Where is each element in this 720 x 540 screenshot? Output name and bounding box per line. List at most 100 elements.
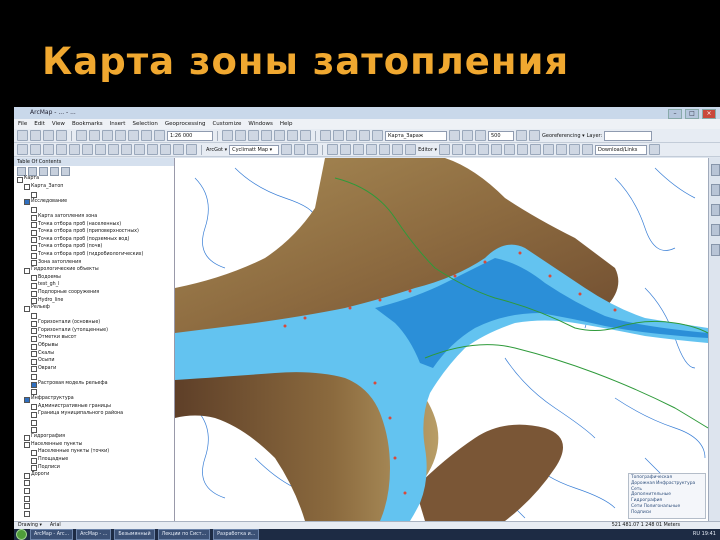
overview-icon[interactable] — [556, 144, 568, 155]
menu-item-2[interactable]: View — [52, 119, 65, 129]
arctoolbox-tab[interactable] — [711, 204, 720, 216]
arctoolbox-icon[interactable] — [274, 130, 285, 141]
map-tips-icon[interactable] — [530, 144, 542, 155]
forward-icon[interactable] — [82, 144, 93, 155]
toc-layer-row[interactable]: Населенные пункты — [14, 441, 174, 449]
toc-layer-row[interactable]: Точка отбора проб (населенных) — [14, 221, 174, 229]
reshape-icon[interactable] — [340, 144, 352, 155]
pan-tool-icon[interactable] — [43, 144, 54, 155]
toc-layer-row[interactable]: Гидрография — [14, 433, 174, 441]
python-icon[interactable] — [287, 130, 298, 141]
html-popup-icon[interactable] — [529, 130, 540, 141]
cut-icon[interactable] — [76, 130, 87, 141]
barrier-icon[interactable] — [465, 144, 477, 155]
map-scale-combo[interactable]: 1:26 000 — [167, 130, 213, 141]
georef-layer-combo[interactable] — [604, 130, 653, 141]
toc-layer-row[interactable]: Точка отбора проб (подземных вод) — [14, 236, 174, 244]
zoom-out-tool-icon[interactable] — [30, 144, 41, 155]
sketch-icon[interactable] — [405, 144, 417, 155]
toc-layer-row[interactable] — [14, 426, 174, 434]
toc-layer-row[interactable]: Растровая модель рельефа — [14, 380, 174, 388]
close-button[interactable]: × — [702, 109, 716, 119]
start-button[interactable] — [16, 529, 27, 540]
menu-item-0[interactable]: File — [18, 119, 27, 129]
taskbar-item[interactable]: Разработка и... — [213, 529, 260, 540]
text-icon[interactable] — [294, 144, 306, 155]
taskbar-item[interactable]: ArcMap - Arc... — [30, 529, 74, 540]
minimize-button[interactable]: – — [668, 109, 682, 119]
toc-layer-row[interactable]: Точка отбора проб (гидробиологических) — [14, 251, 174, 259]
map-view[interactable] — [175, 158, 708, 521]
toc-layer-row[interactable]: Точка отбора проб (приповерхностных) — [14, 228, 174, 236]
layer-icon[interactable] — [449, 130, 460, 141]
toc-layer-row[interactable] — [14, 486, 174, 494]
toc-layer-row[interactable]: Населенные пункты (точки) — [14, 448, 174, 456]
toc-layer-row[interactable]: Граница муниципального района — [14, 410, 174, 418]
time-slider-icon[interactable] — [186, 144, 197, 155]
toc-layer-row[interactable]: Карта затопления зона — [14, 213, 174, 221]
split-icon[interactable] — [366, 144, 378, 155]
toc-layer-row[interactable]: test_gh_l — [14, 281, 174, 289]
toc-layer-row[interactable]: Зона затопления — [14, 259, 174, 267]
toc-layer-row[interactable]: Дороги — [14, 471, 174, 479]
select-features-icon[interactable] — [95, 144, 106, 155]
hyperlink-icon[interactable] — [516, 130, 527, 141]
search-tab[interactable] — [711, 184, 720, 196]
menu-item-5[interactable]: Selection — [132, 119, 157, 129]
toc-layer-row[interactable]: Площадные — [14, 456, 174, 464]
paste-icon[interactable] — [102, 130, 113, 141]
arcgot-menu[interactable]: ArcGot ▾ — [206, 147, 227, 153]
pointer-icon[interactable] — [121, 144, 132, 155]
toc-layer-row[interactable]: Горизонтали (основные) — [14, 319, 174, 327]
rotate-icon[interactable] — [379, 144, 391, 155]
identify-icon[interactable] — [372, 130, 383, 141]
copy-icon[interactable] — [89, 130, 100, 141]
labels-icon[interactable] — [543, 144, 555, 155]
results-tab[interactable] — [711, 224, 720, 236]
editor-menu[interactable]: Editor ▾ — [418, 147, 437, 153]
print-icon[interactable] — [56, 130, 67, 141]
catalog-icon[interactable] — [248, 130, 259, 141]
toc-layer-row[interactable]: Водоемы — [14, 274, 174, 282]
back-icon[interactable] — [69, 144, 80, 155]
globe-icon[interactable] — [56, 144, 67, 155]
magnifier-icon[interactable] — [569, 144, 581, 155]
draw-icon[interactable] — [281, 144, 293, 155]
add-data-icon[interactable] — [154, 130, 165, 141]
toc-layer-row[interactable]: Hydro_line — [14, 297, 174, 305]
flood-map[interactable] — [175, 158, 708, 521]
search-icon[interactable] — [261, 130, 272, 141]
redo-icon[interactable] — [141, 130, 152, 141]
toc-layer-row[interactable]: Обрывы — [14, 342, 174, 350]
menu-item-7[interactable]: Customize — [212, 119, 241, 129]
toc-layer-row[interactable] — [14, 502, 174, 510]
toc-layer-row[interactable] — [14, 509, 174, 517]
menu-item-6[interactable]: Geoprocessing — [165, 119, 206, 129]
zoom-out-icon[interactable] — [333, 130, 344, 141]
refresh-icon[interactable] — [649, 144, 661, 155]
toc-layer-row[interactable] — [14, 190, 174, 198]
menu-item-8[interactable]: Windows — [248, 119, 273, 129]
taskbar-item[interactable]: ArcMap - ... — [76, 529, 112, 540]
flag-icon[interactable] — [452, 144, 464, 155]
menu-item-4[interactable]: Insert — [110, 119, 126, 129]
edit-vertex-icon[interactable] — [327, 144, 339, 155]
editor-icon[interactable] — [222, 130, 233, 141]
info-icon[interactable] — [134, 144, 145, 155]
menu-item-9[interactable]: Help — [280, 119, 293, 129]
toc-layer-row[interactable]: Скалы — [14, 350, 174, 358]
clear-selection-icon[interactable] — [108, 144, 119, 155]
snapping-icon[interactable] — [307, 144, 319, 155]
font-combo[interactable]: Arial — [50, 522, 61, 529]
layer-combo[interactable]: Карта_Зараж — [385, 130, 447, 141]
zoom-in-tool-icon[interactable] — [17, 144, 28, 155]
toc-layer-row[interactable]: Карта — [14, 175, 174, 183]
toc-layer-row[interactable] — [14, 418, 174, 426]
taskbar-item[interactable]: Лекции по Сист... — [157, 529, 211, 540]
save-icon[interactable] — [43, 130, 54, 141]
toc-layer-row[interactable]: Административные границы — [14, 403, 174, 411]
results-icon[interactable] — [504, 144, 516, 155]
toc-layer-row[interactable]: Подписи — [14, 464, 174, 472]
toc-layer-row[interactable] — [14, 479, 174, 487]
catalog-tab[interactable] — [711, 164, 720, 176]
